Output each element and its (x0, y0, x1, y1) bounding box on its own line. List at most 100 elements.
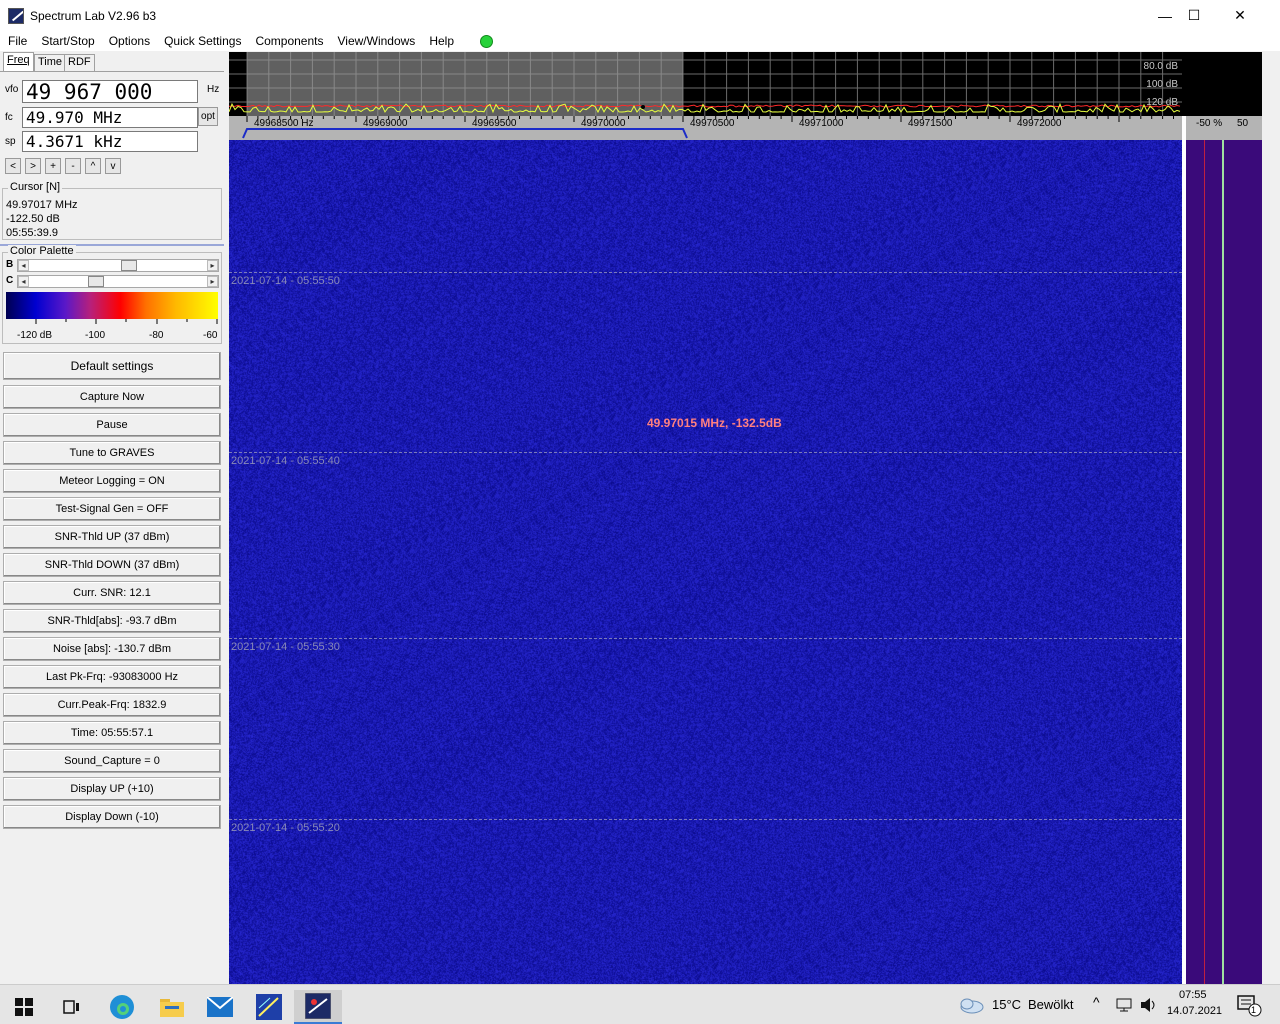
freq-label-4: 49970500 (690, 118, 735, 129)
contrast-label: C (6, 275, 14, 286)
right-scale-label-1: 50 (1237, 118, 1249, 129)
freq-left-button[interactable]: < (5, 158, 21, 174)
timestamp-line-0 (229, 272, 1182, 273)
tune-graves-button[interactable]: Tune to GRAVES (3, 441, 221, 465)
timestamp-line-1 (229, 452, 1182, 453)
freq-right-button[interactable]: > (25, 158, 41, 174)
weather-temp[interactable]: 15°C (992, 997, 1021, 1012)
cursor-marker-text: 49.97015 MHz, -132.5dB (647, 416, 782, 430)
pause-button[interactable]: Pause (3, 413, 221, 437)
menu-quick-settings[interactable]: Quick Settings (157, 34, 248, 48)
default-settings-button[interactable]: Default settings (3, 352, 221, 380)
time-button[interactable]: Time: 05:55:57.1 (3, 721, 221, 745)
network-icon[interactable] (1116, 997, 1134, 1013)
spectrum-marker (641, 105, 645, 109)
spectrum-graph[interactable]: 80.0 dB 100 dB 120 dB (229, 52, 1182, 116)
tab-rdf[interactable]: RDF (64, 54, 95, 71)
freq-zoom-out-button[interactable]: - (65, 158, 81, 174)
last-pk-frq-button[interactable]: Last Pk-Frq: -93083000 Hz (3, 665, 221, 689)
control-panel: Freq Time RDF vfo 49 967 000 Hz fc 49.97… (0, 52, 226, 984)
freq-zoom-in-button[interactable]: + (45, 158, 61, 174)
timestamp-1: 2021-07-14 - 05:55:40 (231, 455, 340, 467)
task-view-button[interactable] (48, 990, 96, 1024)
right-panel-graph (1182, 52, 1262, 116)
contrast-slider[interactable]: ◂ ▸ (17, 275, 219, 288)
frequency-scale[interactable]: 49968500 Hz 49969000 49969500 49970000 4… (229, 116, 1182, 140)
vfo-label: vfo (5, 84, 19, 95)
freq-label-5: 49971000 (799, 118, 844, 129)
right-panel[interactable]: -50 % 50 (1182, 52, 1262, 984)
opt-button[interactable]: opt (198, 107, 218, 126)
clock-date[interactable]: 14.07.2021 (1167, 1005, 1222, 1017)
freq-label-7: 49972000 (1017, 118, 1062, 129)
snr-thld-up-button[interactable]: SNR-Thld UP (37 dBm) (3, 525, 221, 549)
brightness-thumb[interactable] (120, 260, 137, 271)
sp-field[interactable]: 4.3671 kHz (22, 131, 198, 152)
menu-options[interactable]: Options (102, 34, 157, 48)
weather-text[interactable]: Bewölkt (1028, 997, 1074, 1012)
cursor-time: 05:55:39.9 (6, 227, 58, 239)
palette-label-120: -120 dB (17, 330, 53, 341)
explorer-button[interactable] (148, 990, 196, 1024)
curr-peak-frq-button[interactable]: Curr.Peak-Frq: 1832.9 (3, 693, 221, 717)
tab-time[interactable]: Time (34, 54, 67, 71)
tray-chevron-up-icon[interactable]: ^ (1093, 994, 1100, 1010)
brightness-right-icon[interactable]: ▸ (207, 260, 218, 271)
brightness-left-icon[interactable]: ◂ (18, 260, 29, 271)
menu-start-stop[interactable]: Start/Stop (34, 34, 101, 48)
contrast-left-icon[interactable]: ◂ (18, 276, 29, 287)
palette-label-100: -100 (85, 330, 106, 341)
menu-components[interactable]: Components (248, 34, 330, 48)
close-button[interactable]: ✕ (1217, 0, 1263, 31)
display-down-button[interactable]: Display Down (-10) (3, 805, 221, 829)
snr-thld-down-button[interactable]: SNR-Thld DOWN (37 dBm) (3, 553, 221, 577)
menu-help[interactable]: Help (422, 34, 461, 48)
sound-capture-button[interactable]: Sound_Capture = 0 (3, 749, 221, 773)
taskbar: 15°C Bewölkt ^ 07:55 14.07.2021 1 (0, 984, 1280, 1024)
spectrum-app-button[interactable] (245, 990, 293, 1024)
start-button[interactable] (0, 990, 48, 1024)
vfo-field[interactable]: 49 967 000 (22, 80, 198, 104)
spectrum-lab-taskbar-button[interactable] (294, 990, 342, 1024)
waterfall-display[interactable]: 2021-07-14 - 05:55:50 2021-07-14 - 05:55… (229, 140, 1182, 984)
right-scale-label-0: -50 % (1196, 118, 1223, 129)
tab-freq[interactable]: Freq (3, 52, 34, 71)
menu-file[interactable]: File (0, 34, 34, 48)
passband-bracket (242, 128, 688, 139)
title-bar[interactable]: Spectrum Lab V2.96 b3 — ☐ ✕ (0, 0, 1280, 31)
status-led-icon[interactable] (480, 34, 493, 48)
brightness-slider[interactable]: ◂ ▸ (17, 259, 219, 272)
display-up-button[interactable]: Display UP (+10) (3, 777, 221, 801)
mail-button[interactable] (196, 990, 244, 1024)
clock-time[interactable]: 07:55 (1179, 989, 1207, 1001)
volume-icon[interactable] (1140, 997, 1158, 1013)
contrast-right-icon[interactable]: ▸ (207, 276, 218, 287)
noise-abs-button[interactable]: Noise [abs]: -130.7 dBm (3, 637, 221, 661)
freq-up-button[interactable]: ^ (85, 158, 101, 174)
spectrum-app-icon (256, 994, 282, 1020)
snr-thld-abs-button[interactable]: SNR-Thld[abs]: -93.7 dBm (3, 609, 221, 633)
spectrum-plot (229, 52, 1182, 116)
edge-button[interactable] (98, 990, 146, 1024)
contrast-thumb[interactable] (88, 276, 105, 287)
palette-title: Color Palette (8, 245, 76, 257)
sp-label: sp (5, 136, 16, 147)
capture-now-button[interactable]: Capture Now (3, 385, 221, 409)
vfo-unit: Hz (207, 84, 220, 95)
waterfall-canvas (229, 140, 1182, 984)
test-signal-button[interactable]: Test-Signal Gen = OFF (3, 497, 221, 521)
menu-view-windows[interactable]: View/Windows (331, 34, 423, 48)
meteor-logging-button[interactable]: Meteor Logging = ON (3, 469, 221, 493)
maximize-button[interactable]: ☐ (1171, 0, 1217, 31)
freq-down-button[interactable]: v (105, 158, 121, 174)
curr-snr-button[interactable]: Curr. SNR: 12.1 (3, 581, 221, 605)
weather-cloud-icon[interactable] (958, 996, 984, 1014)
right-divider (1182, 116, 1186, 984)
palette-gradient (6, 292, 218, 319)
notification-icon[interactable] (1237, 995, 1263, 1017)
close-icon: ✕ (1234, 7, 1246, 23)
cursor-freq: 49.97017 MHz (6, 199, 78, 211)
fc-field[interactable]: 49.970 MHz (22, 107, 198, 128)
freq-label-6: 49971500 (908, 118, 953, 129)
cursor-level: -122.50 dB (6, 213, 60, 225)
